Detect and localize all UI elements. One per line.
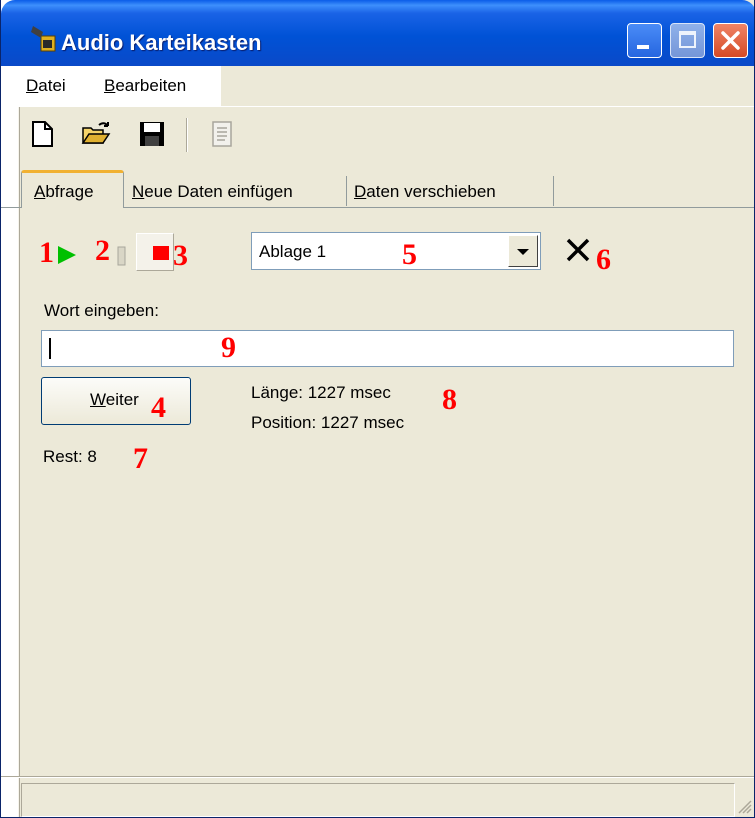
status-bar — [1, 779, 754, 817]
maximize-button[interactable] — [670, 23, 705, 58]
menu-bar: Datei Bearbeiten — [1, 66, 221, 106]
tab-strip: Abfrage Neue Daten einfügen Daten versch… — [1, 168, 754, 208]
close-window-button[interactable] — [713, 23, 748, 58]
stop-button[interactable] — [136, 233, 174, 271]
tab-neue-daten[interactable]: Neue Daten einfügen — [127, 176, 347, 206]
chevron-down-icon — [517, 249, 529, 255]
minimize-button[interactable] — [627, 23, 662, 58]
toolbar — [1, 108, 754, 162]
annotation-1: 1 — [39, 236, 54, 269]
annotation-9: 9 — [221, 331, 236, 364]
weiter-button-label: Weiter — [90, 390, 139, 409]
close-icon — [721, 31, 740, 50]
word-input[interactable] — [41, 330, 734, 367]
annotation-4: 4 — [151, 391, 166, 424]
app-icon — [31, 26, 56, 52]
save-floppy-icon[interactable] — [137, 119, 167, 149]
title-bar[interactable]: Audio Karteikasten — [1, 0, 754, 66]
app-window: Audio Karteikasten Datei Bearbeiten Abfr… — [0, 0, 755, 818]
word-input-label: Wort eingeben: — [44, 301, 159, 320]
delete-x-icon[interactable] — [565, 237, 591, 263]
text-caret — [49, 338, 51, 359]
tab-abfrage[interactable]: Abfrage — [21, 170, 124, 208]
annotation-7: 7 — [133, 442, 148, 475]
annotation-2: 2 — [95, 234, 110, 267]
minimize-icon — [637, 45, 649, 49]
position-text: Position: 1227 msec — [251, 413, 405, 432]
new-document-icon[interactable] — [28, 119, 58, 149]
tab-daten-verschieben[interactable]: Daten verschieben — [347, 176, 554, 206]
play-icon[interactable] — [56, 244, 78, 266]
annotation-8: 8 — [442, 383, 457, 416]
weiter-button[interactable]: Weiter — [41, 377, 191, 425]
disabled-document-icon — [212, 121, 232, 147]
pause-icon[interactable] — [117, 246, 127, 266]
maximize-icon — [679, 31, 696, 48]
annotation-5: 5 — [402, 238, 417, 271]
menu-datei[interactable]: Datei — [26, 76, 66, 96]
rest-count-text: Rest: 8 — [43, 447, 97, 466]
window-title: Audio Karteikasten — [61, 30, 262, 55]
menu-bearbeiten[interactable]: Bearbeiten — [104, 76, 186, 96]
toolbar-separator — [186, 118, 188, 152]
open-folder-icon[interactable] — [81, 119, 111, 149]
annotation-6: 6 — [596, 243, 611, 276]
ablage-combo-value: Ablage 1 — [259, 242, 327, 261]
status-panel — [21, 783, 735, 817]
combo-dropdown-button[interactable] — [508, 235, 538, 267]
annotation-3: 3 — [173, 239, 188, 272]
ablage-combo[interactable]: Ablage 1 — [251, 232, 541, 270]
resize-grip-icon[interactable] — [736, 798, 752, 814]
stop-icon — [153, 246, 169, 260]
length-text: Länge: 1227 msec — [251, 383, 391, 402]
